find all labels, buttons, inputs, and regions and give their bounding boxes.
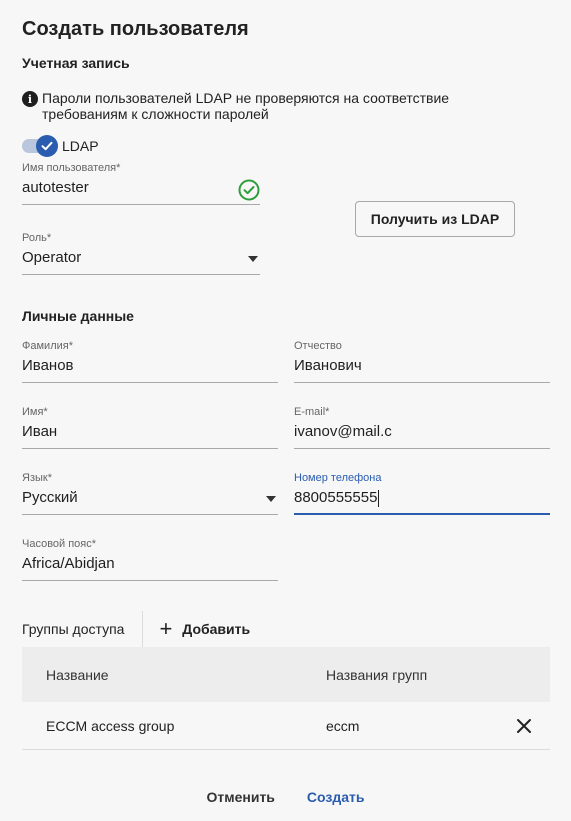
email-label: E-mail* [294, 406, 330, 418]
last-name-value: Иванов [22, 357, 74, 374]
username-input[interactable]: autotester [22, 175, 260, 205]
create-button[interactable]: Создать [307, 789, 365, 805]
personal-section-title: Личные данные [22, 308, 134, 324]
cell-name: ECCM access group [46, 717, 175, 734]
account-section-title: Учетная запись [22, 55, 130, 71]
cancel-button[interactable]: Отменить [207, 789, 275, 805]
role-select[interactable]: Роль* Operator [22, 232, 260, 275]
access-groups-toolbar: Группы доступа + Добавить [22, 611, 250, 647]
language-value: Русский [22, 489, 78, 506]
get-from-ldap-button[interactable]: Получить из LDAP [355, 201, 515, 237]
patronymic-field[interactable]: Отчество Иванович [294, 340, 550, 383]
last-name-input[interactable]: Иванов [22, 353, 278, 383]
info-icon: i [22, 91, 38, 107]
role-value: Operator [22, 249, 82, 266]
phone-field[interactable]: Номер телефона 8800555555 [294, 472, 550, 515]
first-name-label: Имя* [22, 406, 48, 418]
ldap-toggle[interactable]: LDAP [22, 135, 99, 157]
column-header-name: Название [46, 666, 109, 683]
text-cursor [378, 489, 380, 507]
last-name-label: Фамилия* [22, 340, 73, 352]
email-field[interactable]: E-mail* ivanov@mail.c [294, 406, 550, 449]
access-groups-table: Название Названия групп ECCM access grou… [22, 647, 550, 750]
add-group-label: Добавить [182, 621, 251, 637]
username-field[interactable]: Имя пользователя* autotester [22, 162, 260, 205]
dropdown-arrow-icon [266, 496, 276, 502]
checkmark-icon [36, 135, 58, 157]
dropdown-arrow-icon [248, 256, 258, 262]
dialog-footer: Отменить Создать [0, 789, 571, 805]
add-group-button[interactable]: + Добавить [159, 616, 251, 641]
close-icon[interactable] [516, 718, 532, 734]
phone-value: 8800555555 [294, 489, 378, 506]
ldap-info-note: i Пароли пользователей LDAP не проверяют… [22, 90, 522, 122]
first-name-input[interactable]: Иван [22, 419, 278, 449]
language-label: Язык* [22, 472, 52, 484]
timezone-field[interactable]: Часовой пояс* Africa/Abidjan [22, 538, 278, 581]
username-label: Имя пользователя* [22, 162, 121, 174]
table-row: ECCM access group eccm [22, 702, 550, 750]
language-dropdown[interactable]: Русский [22, 485, 278, 515]
patronymic-label: Отчество [294, 340, 342, 352]
username-value: autotester [22, 179, 89, 196]
table-header: Название Названия групп [22, 647, 550, 702]
patronymic-value: Иванович [294, 357, 362, 374]
phone-input[interactable]: 8800555555 [294, 485, 550, 515]
patronymic-input[interactable]: Иванович [294, 353, 550, 383]
column-header-group-names: Названия групп [326, 666, 428, 683]
role-dropdown[interactable]: Operator [22, 245, 260, 275]
first-name-value: Иван [22, 423, 58, 440]
plus-icon: + [159, 616, 173, 641]
email-value: ivanov@mail.c [294, 423, 392, 440]
last-name-field[interactable]: Фамилия* Иванов [22, 340, 278, 383]
timezone-value: Africa/Abidjan [22, 555, 115, 572]
dialog-title: Создать пользователя [22, 18, 249, 40]
first-name-field[interactable]: Имя* Иван [22, 406, 278, 449]
language-select[interactable]: Язык* Русский [22, 472, 278, 515]
ldap-toggle-label: LDAP [62, 138, 99, 154]
role-label: Роль* [22, 232, 52, 244]
ldap-toggle-track[interactable] [22, 135, 58, 157]
check-circle-icon [238, 179, 260, 201]
cell-group-names: eccm [326, 717, 360, 734]
timezone-label: Часовой пояс* [22, 538, 97, 550]
timezone-input[interactable]: Africa/Abidjan [22, 551, 278, 581]
email-input[interactable]: ivanov@mail.c [294, 419, 550, 449]
phone-label: Номер телефона [294, 472, 382, 484]
access-groups-title: Группы доступа [22, 611, 144, 647]
ldap-info-text: Пароли пользователей LDAP не проверяются… [42, 90, 450, 122]
